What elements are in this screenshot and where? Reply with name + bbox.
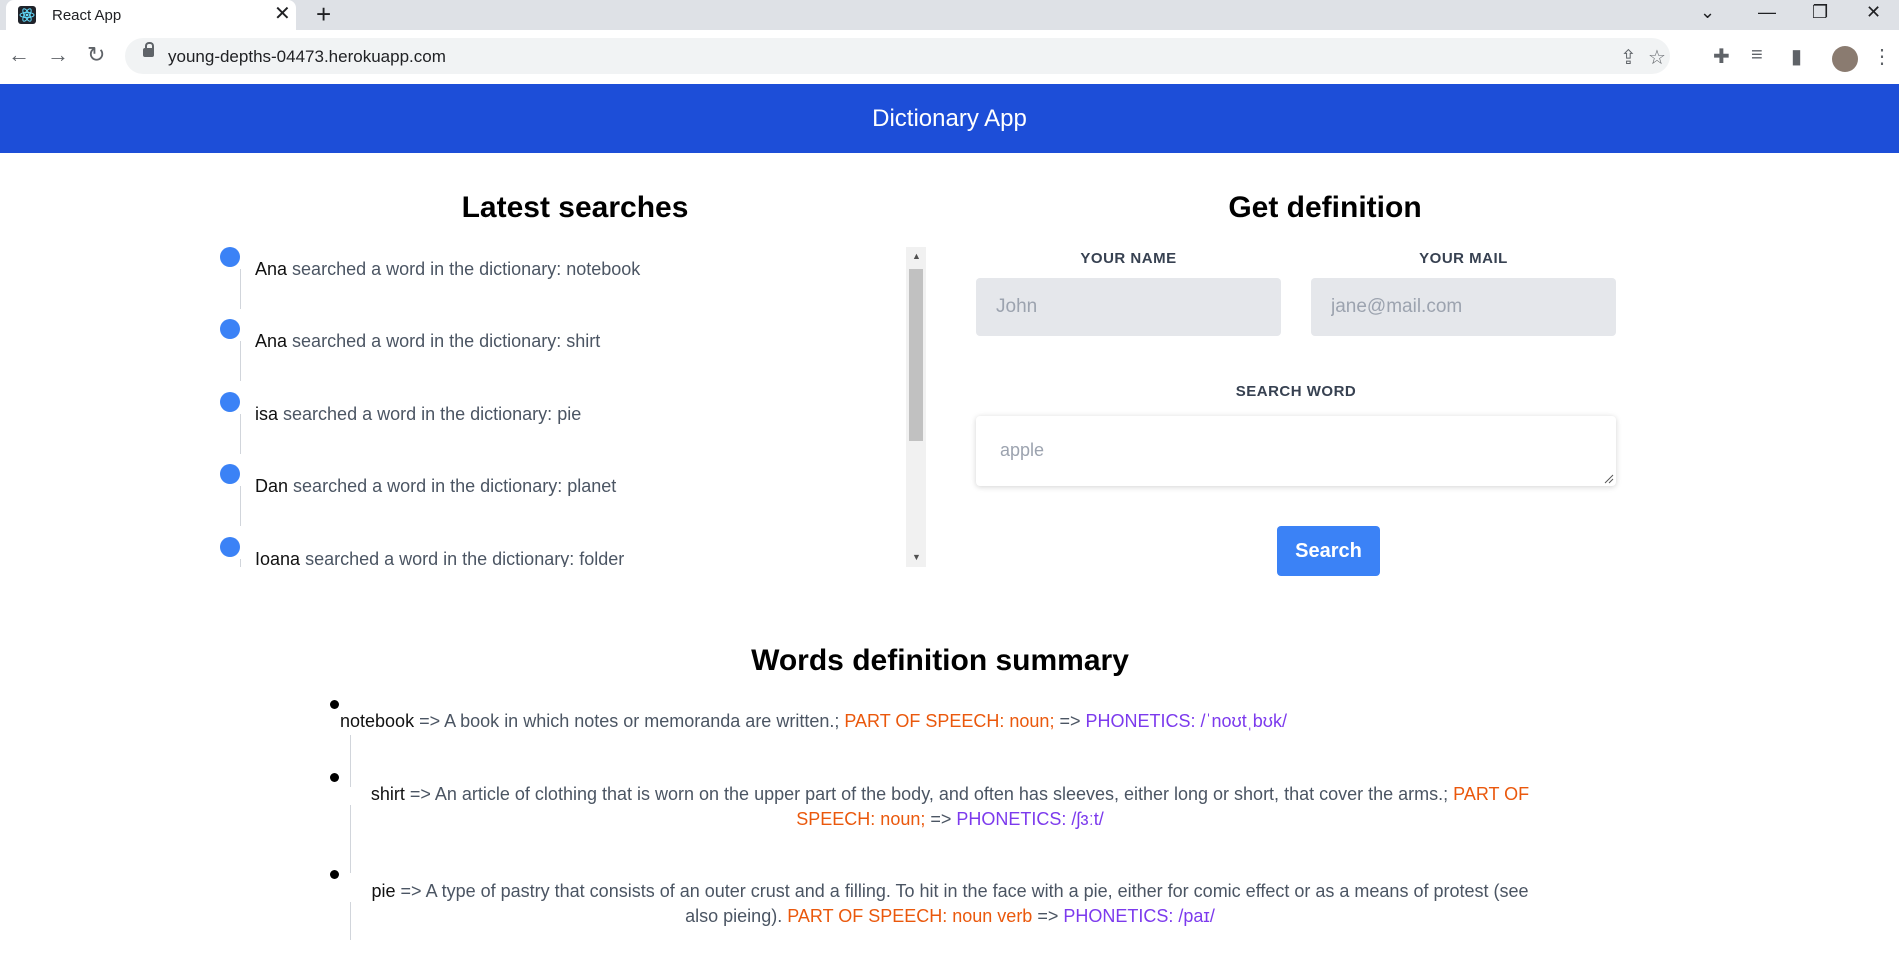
searcher-name: Ana <box>255 259 288 279</box>
search-button[interactable]: Search <box>1277 526 1380 576</box>
menu-icon[interactable]: ⋮ <box>1872 44 1892 69</box>
phonetics: PHONETICS: /paɪ/ <box>1063 906 1215 926</box>
timeline-line <box>240 414 241 454</box>
definition-text: shirt => An article of clothing that is … <box>370 784 1530 829</box>
timeline-line <box>350 902 351 940</box>
searched-word: pie <box>557 404 582 424</box>
browser-tabbar: React App ✕ + ⌄ — ❐ ✕ <box>0 0 1899 30</box>
timeline-line <box>240 269 241 309</box>
extensions-icon[interactable]: ✚ <box>1713 44 1730 69</box>
timeline-dot <box>220 247 240 267</box>
browser-toolbar: ← → ↻ young-depths-04473.herokuapp.com ⇪… <box>0 30 1899 85</box>
latest-scrollbar[interactable]: ▲ ▼ <box>906 247 926 567</box>
forward-icon[interactable]: → <box>47 44 69 66</box>
search-word-input[interactable] <box>976 416 1616 486</box>
minimize-icon[interactable]: — <box>1758 2 1776 23</box>
defined-word: shirt <box>370 784 405 804</box>
bookmark-star-icon[interactable]: ☆ <box>1648 45 1666 70</box>
definition: A book in which notes or memoranda are w… <box>444 711 840 731</box>
searched-word: shirt <box>566 331 601 351</box>
browser-tab[interactable]: React App ✕ <box>6 0 296 30</box>
timeline-line <box>350 735 351 787</box>
summary-title: Words definition summary <box>751 644 1129 677</box>
restore-icon[interactable]: ❐ <box>1812 2 1828 23</box>
part-of-speech: PART OF SPEECH: noun; <box>844 711 1055 731</box>
side-panel-icon[interactable]: ▮ <box>1791 44 1802 69</box>
bullet <box>330 773 339 782</box>
searcher-name: Ana <box>255 331 288 351</box>
back-icon[interactable]: ← <box>8 44 30 66</box>
defined-word: notebook <box>340 711 415 731</box>
close-window-icon[interactable]: ✕ <box>1866 2 1881 23</box>
defined-word: pie <box>371 881 396 901</box>
timeline-dot <box>220 392 240 412</box>
searcher-name: isa <box>255 404 279 424</box>
search-word-label: SEARCH WORD <box>1235 383 1357 400</box>
name-input[interactable] <box>976 278 1281 336</box>
lock-icon <box>143 42 154 57</box>
profile-avatar[interactable] <box>1832 46 1858 72</box>
part-of-speech: PART OF SPEECH: noun verb <box>787 906 1033 926</box>
list-item: Ana searched a word in the dictionary: s… <box>220 319 910 391</box>
bullet <box>330 870 339 879</box>
searched-word: notebook <box>566 259 641 279</box>
timeline-dot <box>220 319 240 339</box>
name-label: YOUR NAME <box>1080 250 1177 267</box>
timeline-line <box>240 341 241 381</box>
url-text: young-depths-04473.herokuapp.com <box>168 47 446 66</box>
latest-searches-list[interactable]: Ana searched a word in the dictionary: n… <box>220 247 926 567</box>
definition-text: notebook => A book in which notes or mem… <box>340 711 1288 731</box>
media-control-icon[interactable]: ≡ <box>1751 44 1763 67</box>
phonetics: PHONETICS: /ʃɜːt/ <box>956 809 1104 829</box>
scrollbar-thumb[interactable] <box>909 269 923 441</box>
app-header: Dictionary App <box>0 84 1899 153</box>
list-item: Dan searched a word in the dictionary: p… <box>220 464 910 536</box>
close-tab-icon[interactable]: ✕ <box>274 4 291 24</box>
get-definition-title: Get definition <box>1228 191 1422 224</box>
search-connector: searched a word in the dictionary: <box>292 331 562 351</box>
mail-label: YOUR MAIL <box>1419 250 1508 267</box>
timeline-line <box>350 805 351 873</box>
new-tab-icon[interactable]: + <box>316 1 331 27</box>
timeline-dot <box>220 537 240 557</box>
resize-handle-icon[interactable] <box>1604 474 1614 484</box>
latest-searches-title: Latest searches <box>461 191 689 224</box>
tab-search-icon[interactable]: ⌄ <box>1700 2 1715 23</box>
definition-summary[interactable]: Words definition summary notebook => A b… <box>290 620 1590 940</box>
timeline-line <box>240 559 241 567</box>
timeline-line <box>240 486 241 526</box>
scroll-down-icon[interactable]: ▼ <box>912 552 921 562</box>
searcher-name: Ioana <box>255 549 301 567</box>
list-item: isa searched a word in the dictionary: p… <box>220 392 910 464</box>
phonetics: PHONETICS: /ˈnoʊtˌbʊk/ <box>1085 711 1288 731</box>
list-item: Ana searched a word in the dictionary: n… <box>220 247 910 319</box>
search-connector: searched a word in the dictionary: <box>305 549 575 567</box>
reload-icon[interactable]: ↻ <box>87 44 105 66</box>
search-connector: searched a word in the dictionary: <box>293 476 563 496</box>
share-icon[interactable]: ⇪ <box>1620 45 1637 70</box>
mail-input[interactable] <box>1311 278 1616 336</box>
searched-word: planet <box>567 476 617 496</box>
tab-title: React App <box>52 7 122 24</box>
definition: An article of clothing that is worn on t… <box>434 784 1449 804</box>
bullet <box>330 700 339 709</box>
search-connector: searched a word in the dictionary: <box>283 404 553 424</box>
search-connector: searched a word in the dictionary: <box>292 259 562 279</box>
timeline-dot <box>220 464 240 484</box>
list-item: Ioana searched a word in the dictionary:… <box>220 537 910 567</box>
react-icon <box>18 6 36 24</box>
address-bar[interactable]: young-depths-04473.herokuapp.com ⇪ ☆ <box>125 38 1670 74</box>
definition-text: pie => A type of pastry that consists of… <box>371 881 1529 926</box>
scroll-up-icon[interactable]: ▲ <box>912 251 921 261</box>
searcher-name: Dan <box>255 476 289 496</box>
app-title: Dictionary App <box>872 105 1027 132</box>
searched-word: folder <box>579 549 625 567</box>
